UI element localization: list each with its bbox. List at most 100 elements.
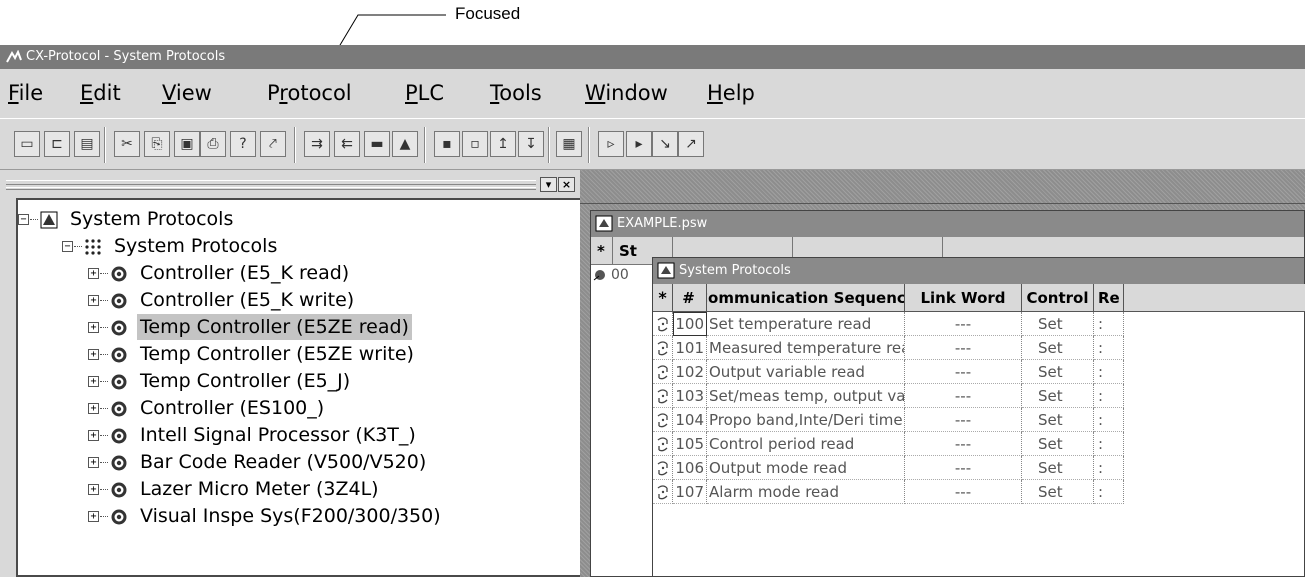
cell-number[interactable]: 101 [673, 336, 707, 360]
cell-link-word[interactable]: --- [905, 432, 1022, 456]
paste-button[interactable]: ▣ [174, 131, 200, 157]
cell-r[interactable]: : [1094, 336, 1124, 360]
step-button[interactable]: ▹ [598, 131, 624, 157]
expand-icon[interactable]: + [88, 510, 99, 522]
cell-control[interactable]: Set [1022, 432, 1094, 456]
cell-control[interactable]: Set [1022, 336, 1094, 360]
expand-icon[interactable]: + [88, 402, 99, 414]
eject-button[interactable]: ▲ [392, 131, 418, 157]
cell-control[interactable]: Set [1022, 480, 1094, 504]
cell-link-word[interactable]: --- [905, 336, 1022, 360]
copy-button[interactable]: ⎘ [144, 131, 170, 157]
expand-icon[interactable]: + [88, 294, 99, 306]
tree-item[interactable]: + Bar Code Reader (V500/V520) [88, 449, 429, 475]
table-row[interactable]: 100 Set temperature read --- Set: [653, 312, 1305, 336]
tree-item[interactable]: + Temp Controller (E5ZE write) [88, 341, 417, 367]
help-button[interactable]: ? [230, 131, 256, 157]
cell-link-word[interactable]: --- [905, 480, 1022, 504]
trace-down-button[interactable]: ↧ [518, 131, 544, 157]
expand-icon[interactable]: + [88, 267, 99, 279]
expand-icon[interactable]: + [88, 348, 99, 360]
tree-item[interactable]: + Controller (E5_K read) [88, 260, 352, 286]
expand-icon[interactable]: + [88, 483, 99, 495]
monitor-button[interactable]: ▦ [556, 131, 582, 157]
cell-communication-sequence[interactable]: Set temperature read [707, 312, 905, 336]
cell-link-word[interactable]: --- [905, 312, 1022, 336]
tree-item[interactable]: + Visual Inspe Sys(F200/300/350) [88, 503, 444, 529]
table-row[interactable]: 103Set/meas temp, output var read---Set: [653, 384, 1305, 408]
menu-protocol[interactable]: Protocol [267, 69, 352, 118]
expand-icon[interactable]: + [88, 321, 99, 333]
table-row[interactable]: 102 Output variable read --- Set: [653, 360, 1305, 384]
cell-control[interactable]: Set [1022, 384, 1094, 408]
cut-button[interactable]: ✂ [114, 131, 140, 157]
tree-item[interactable]: + Temp Controller (E5ZE read) [88, 314, 412, 340]
trace-up-button[interactable]: ↥ [490, 131, 516, 157]
open-button[interactable]: ⊏ [44, 131, 70, 157]
menu-view[interactable]: View [162, 69, 212, 118]
cell-control[interactable]: Set [1022, 456, 1094, 480]
cell-r[interactable]: : [1094, 360, 1124, 384]
table-row[interactable]: 107 Alarm mode read --- Set: [653, 480, 1305, 504]
cell-communication-sequence[interactable]: Measured temperature read [707, 336, 905, 360]
cell-link-word[interactable]: --- [905, 384, 1022, 408]
cell-number[interactable]: 104 [673, 408, 707, 432]
expand-icon[interactable]: + [88, 429, 99, 441]
table-row[interactable]: 106 Output mode read --- Set: [653, 456, 1305, 480]
cell-communication-sequence[interactable]: Output mode read [707, 456, 905, 480]
cell-number[interactable]: 106 [673, 456, 707, 480]
cell-r[interactable]: : [1094, 432, 1124, 456]
tree-item[interactable]: + Lazer Micro Meter (3Z4L) [88, 476, 382, 502]
header-control[interactable]: Control [1022, 284, 1094, 311]
table-row[interactable]: 101 Measured temperature read --- Set: [653, 336, 1305, 360]
table-row[interactable]: 105 Control period read --- Set: [653, 432, 1305, 456]
tree-item[interactable]: + Temp Controller (E5_J) [88, 368, 353, 394]
cell-r[interactable]: : [1094, 456, 1124, 480]
tree-item[interactable]: + Controller (E5_K write) [88, 287, 357, 313]
table-row[interactable]: 104Propo band,Inte/Deri time read---Set: [653, 408, 1305, 432]
step-in-button[interactable]: ↘ [652, 131, 678, 157]
receive-button[interactable]: ⇇ [334, 131, 360, 157]
cell-number[interactable]: 102 [673, 360, 707, 384]
menu-edit[interactable]: Edit [80, 69, 121, 118]
new-button[interactable]: ▭ [14, 131, 40, 157]
collapse-icon[interactable]: − [18, 213, 29, 225]
pane-grip[interactable] [6, 180, 536, 190]
step-p-button[interactable]: ▸ [626, 131, 652, 157]
collapse-icon[interactable]: − [62, 240, 73, 252]
context-help-button[interactable]: ⤤ [260, 131, 286, 157]
menu-tools[interactable]: Tools [490, 69, 542, 118]
cell-control[interactable]: Set [1022, 360, 1094, 384]
cell-r[interactable]: : [1094, 312, 1124, 336]
cell-r[interactable]: : [1094, 408, 1124, 432]
menu-file[interactable]: File [8, 69, 43, 118]
header-communication-sequence[interactable]: Communication Sequence [707, 284, 905, 311]
cell-r[interactable]: : [1094, 384, 1124, 408]
cell-number[interactable]: 100 [673, 312, 707, 336]
menu-window[interactable]: Window [585, 69, 668, 118]
cell-link-word[interactable]: --- [905, 360, 1022, 384]
menu-plc[interactable]: PLC [405, 69, 444, 118]
pane-minimize-button[interactable]: ▾ [540, 177, 557, 192]
cell-link-word[interactable]: --- [905, 456, 1022, 480]
stop-button[interactable]: ▬ [364, 131, 390, 157]
tree-item[interactable]: + Intell Signal Processor (K3T_) [88, 422, 419, 448]
tree-item[interactable]: + Controller (ES100_) [88, 395, 327, 421]
print-button[interactable]: ⎙ [200, 131, 226, 157]
cell-number[interactable]: 107 [673, 480, 707, 504]
pane-close-button[interactable]: × [558, 177, 575, 192]
cell-number[interactable]: 105 [673, 432, 707, 456]
expand-icon[interactable]: + [88, 375, 99, 387]
cell-communication-sequence[interactable]: Set/meas temp, output var read [707, 384, 905, 408]
cell-communication-sequence[interactable]: Alarm mode read [707, 480, 905, 504]
cell-number[interactable]: 103 [673, 384, 707, 408]
cell-communication-sequence[interactable]: Output variable read [707, 360, 905, 384]
tree-root[interactable]: − System Protocols [18, 206, 236, 232]
cell-control[interactable]: Set [1022, 408, 1094, 432]
cell-link-word[interactable]: --- [905, 408, 1022, 432]
system-window-titlebar[interactable]: System Protocols [653, 258, 1304, 284]
step-out-button[interactable]: ↗ [678, 131, 704, 157]
example-window-titlebar[interactable]: EXAMPLE.psw [591, 211, 1304, 237]
expand-icon[interactable]: + [88, 456, 99, 468]
trace-button[interactable]: ▪ [434, 131, 460, 157]
